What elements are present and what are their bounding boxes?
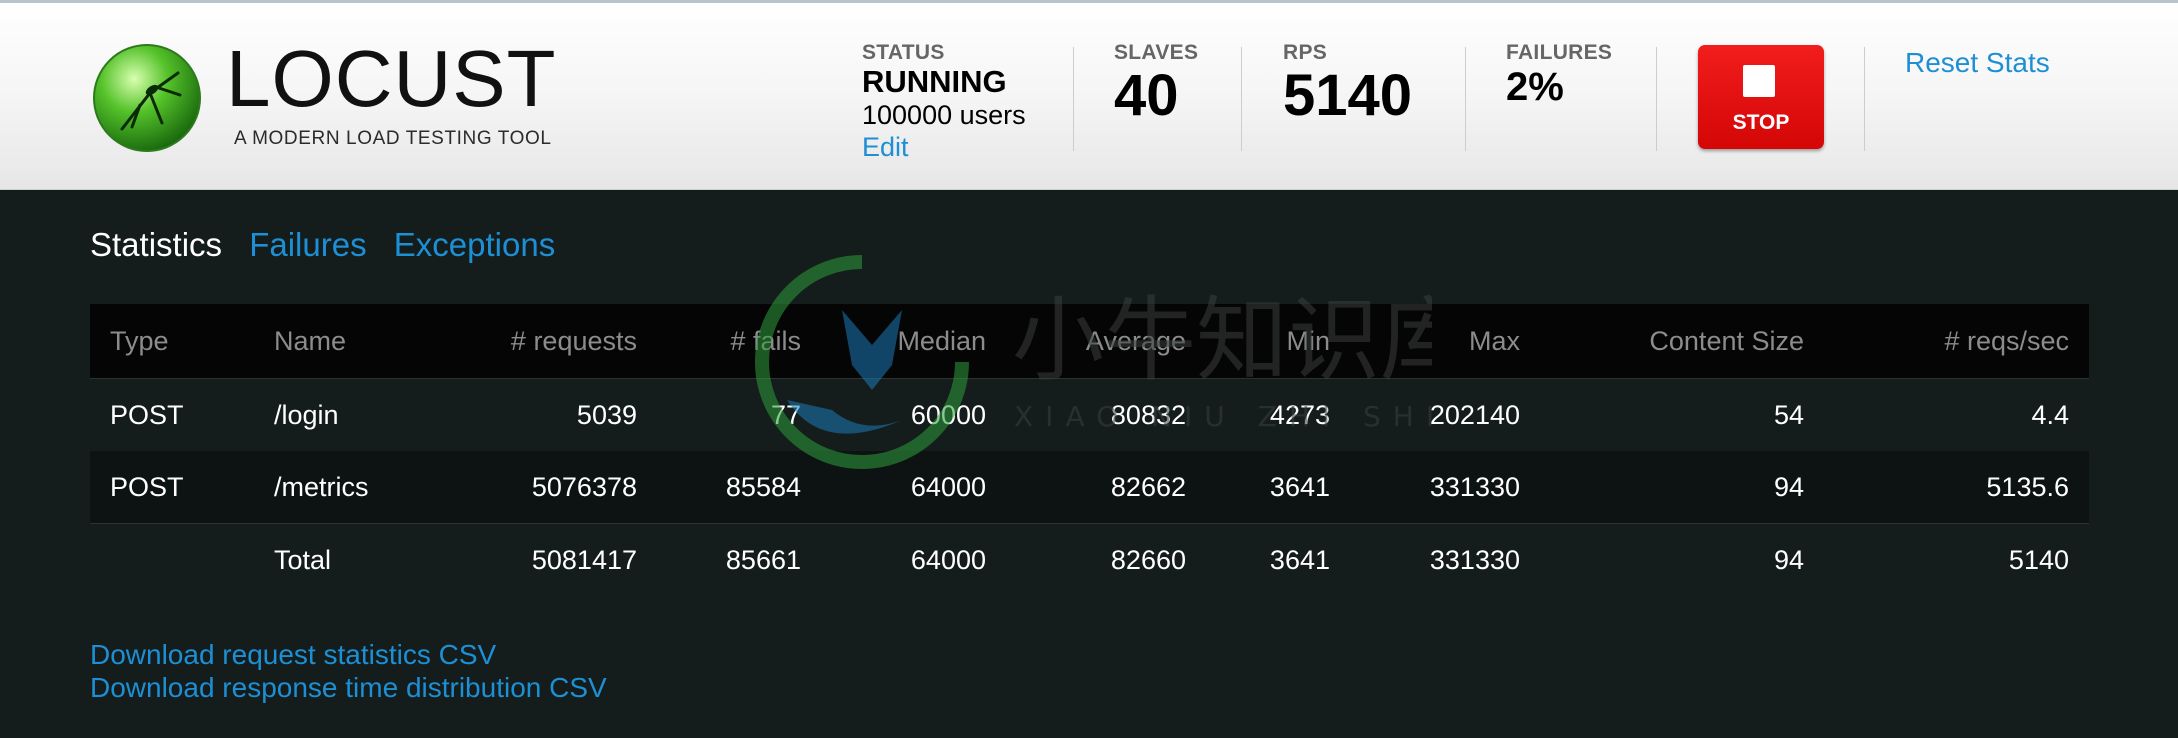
column-header[interactable]: Type (90, 304, 254, 379)
table-cell (90, 523, 254, 596)
table-cell: 331330 (1350, 523, 1540, 596)
rps-label: RPS (1283, 41, 1328, 64)
table-cell: 94 (1540, 451, 1824, 524)
logo-tagline: A MODERN LOAD TESTING TOOL (234, 128, 552, 149)
column-header[interactable]: # requests (419, 304, 657, 379)
table-cell: 85661 (657, 523, 821, 596)
table-cell: POST (90, 378, 254, 451)
stop-square-icon (1743, 65, 1775, 97)
tab-statistics[interactable]: Statistics (90, 226, 222, 263)
stop-button[interactable]: STOP (1698, 45, 1824, 149)
table-cell: /metrics (254, 451, 419, 524)
download-response-times-link[interactable]: Download response time distribution CSV (90, 671, 607, 704)
edit-link[interactable]: Edit (862, 131, 1026, 163)
table-cell: 5140 (1824, 523, 2089, 596)
column-header[interactable]: Median (821, 304, 1006, 379)
status-label: STATUS (862, 41, 945, 64)
stop-label: STOP (1732, 111, 1790, 134)
column-header[interactable]: Average (1006, 304, 1206, 379)
divider (1656, 47, 1657, 151)
table-row: POST /metrics 5076378 85584 64000 82662 … (90, 451, 2089, 524)
table-cell: 5081417 (419, 523, 657, 596)
table-cell: 64000 (821, 523, 1006, 596)
stats-table: Type Name # requests # fails Median Aver… (90, 304, 2089, 596)
slaves-value: 40 (1114, 63, 1179, 128)
table-cell: 94 (1540, 523, 1824, 596)
column-header[interactable]: Max (1350, 304, 1540, 379)
table-cell: /login (254, 378, 419, 451)
table-cell: 202140 (1350, 378, 1540, 451)
divider (1241, 47, 1242, 151)
table-cell: POST (90, 451, 254, 524)
failures-value: 2% (1506, 65, 1564, 109)
table-cell: 5135.6 (1824, 451, 2089, 524)
reset-stats-link[interactable]: Reset Stats (1905, 47, 2050, 79)
locust-logo-icon (93, 44, 201, 152)
table-cell: 3641 (1206, 451, 1350, 524)
download-request-stats-link[interactable]: Download request statistics CSV (90, 638, 607, 671)
status-box: STATUS RUNNING 100000 users Edit (862, 41, 1026, 163)
user-count: 100000 users (862, 100, 1026, 130)
table-cell: 82662 (1006, 451, 1206, 524)
column-header[interactable]: Content Size (1540, 304, 1824, 379)
table-cell: 64000 (821, 451, 1006, 524)
table-cell: 77 (657, 378, 821, 451)
table-cell: 4.4 (1824, 378, 2089, 451)
table-cell: 4273 (1206, 378, 1350, 451)
divider (1864, 47, 1865, 151)
logo-wordmark: LOCUST (226, 34, 557, 123)
column-header[interactable]: # reqs/sec (1824, 304, 2089, 379)
header-bar: LOCUST A MODERN LOAD TESTING TOOL STATUS… (0, 3, 2178, 190)
table-header-row: Type Name # requests # fails Median Aver… (90, 304, 2089, 379)
table-total-row: Total 5081417 85661 64000 82660 3641 331… (90, 523, 2089, 596)
table-row: POST /login 5039 77 60000 80832 4273 202… (90, 378, 2089, 451)
slaves-label: SLAVES (1114, 41, 1199, 64)
rps-box: RPS 5140 (1283, 41, 1412, 127)
table-cell: 60000 (821, 378, 1006, 451)
status-value: RUNNING (862, 64, 1007, 99)
failures-label: FAILURES (1506, 41, 1613, 64)
tab-bar: Statistics Failures Exceptions (90, 226, 573, 264)
slaves-box: SLAVES 40 (1114, 41, 1198, 127)
table-cell: 80832 (1006, 378, 1206, 451)
table-cell: 5039 (419, 378, 657, 451)
failures-box: FAILURES 2% (1506, 41, 1612, 109)
divider (1073, 47, 1074, 151)
column-header[interactable]: Name (254, 304, 419, 379)
rps-value: 5140 (1283, 63, 1413, 128)
column-header[interactable]: Min (1206, 304, 1350, 379)
download-links: Download request statistics CSV Download… (90, 638, 607, 704)
tab-failures[interactable]: Failures (249, 226, 366, 263)
table-cell: 331330 (1350, 451, 1540, 524)
table-cell: 82660 (1006, 523, 1206, 596)
column-header[interactable]: # fails (657, 304, 821, 379)
table-cell: 3641 (1206, 523, 1350, 596)
tab-exceptions[interactable]: Exceptions (394, 226, 555, 263)
table-cell: 5076378 (419, 451, 657, 524)
table-cell: 85584 (657, 451, 821, 524)
table-cell: Total (254, 523, 419, 596)
table-cell: 54 (1540, 378, 1824, 451)
divider (1465, 47, 1466, 151)
